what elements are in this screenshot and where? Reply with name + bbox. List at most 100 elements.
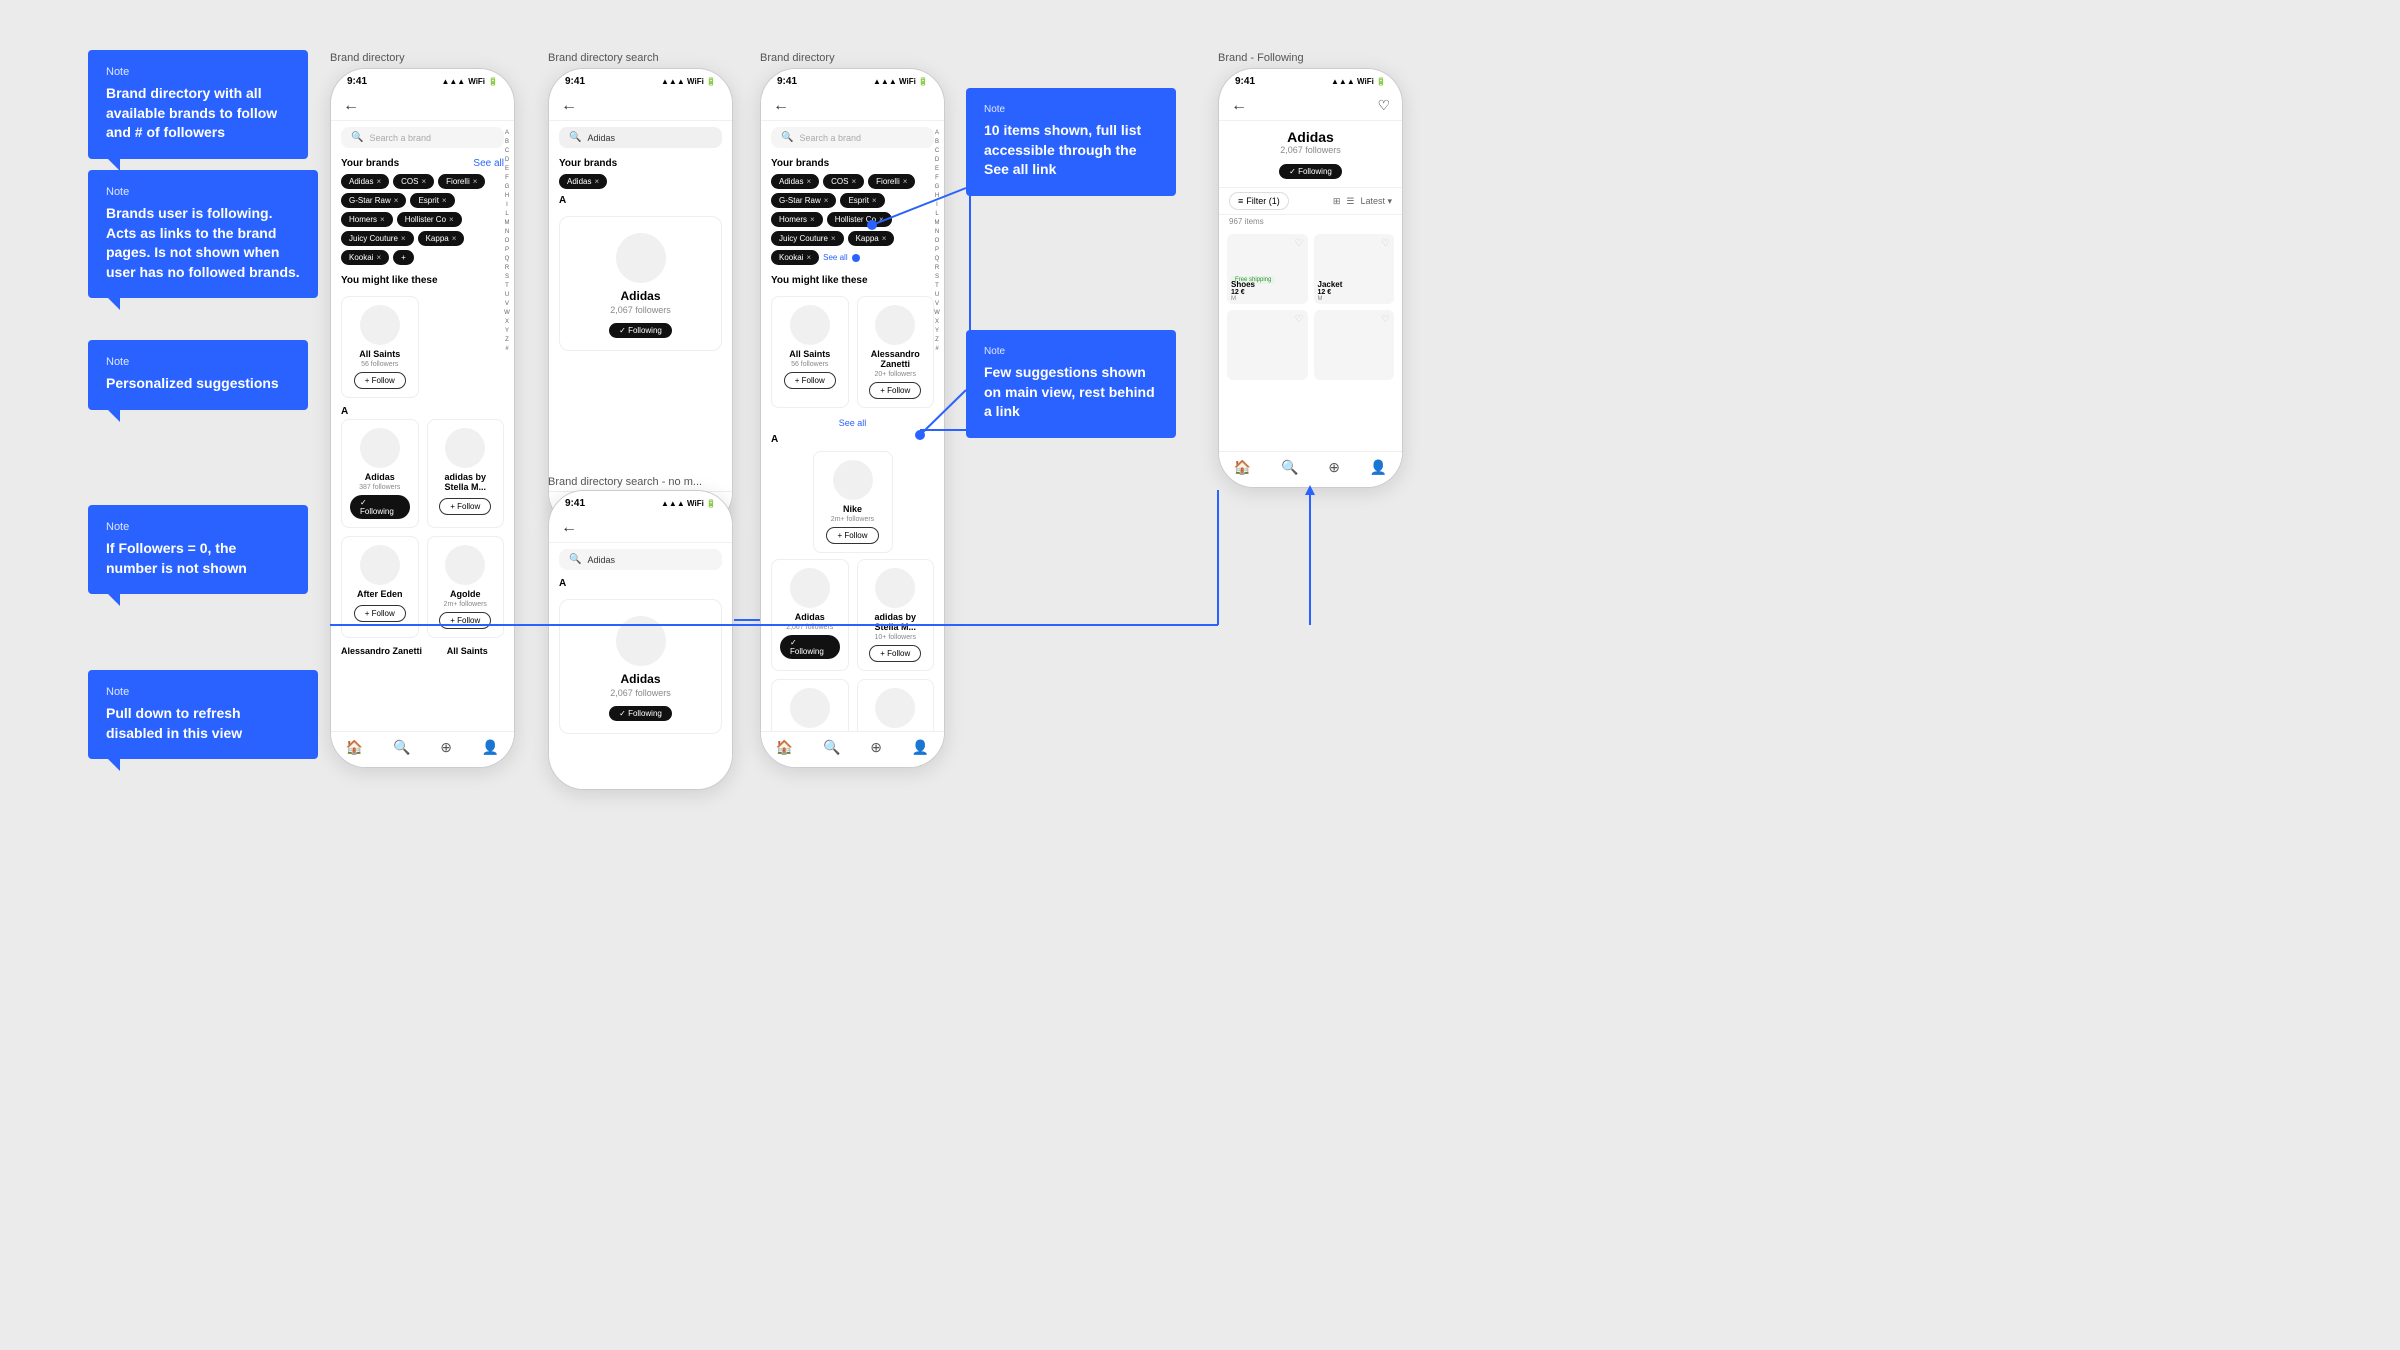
tag-kookai[interactable]: Kookai × bbox=[341, 250, 389, 265]
following-btn-2[interactable]: ✓ Following bbox=[609, 323, 672, 338]
brand-followers-agolde: 2m+ followers bbox=[444, 601, 487, 608]
phone-1-back-btn[interactable]: ← bbox=[343, 97, 359, 115]
following-btn-adidas[interactable]: ✓ Following bbox=[350, 495, 410, 519]
filter-icon: ≡ bbox=[1238, 196, 1243, 206]
tag-hollister[interactable]: Hollister Co × bbox=[397, 212, 462, 227]
tag-juicy[interactable]: Juicy Couture × bbox=[341, 231, 414, 246]
tag-more[interactable]: + bbox=[393, 250, 414, 265]
phone-1-status-icons: ▲▲▲ WiFi 🔋 bbox=[441, 77, 498, 86]
tag-kappa-3[interactable]: Kappa × bbox=[848, 231, 895, 246]
tag-kappa[interactable]: Kappa × bbox=[418, 231, 465, 246]
brand-logo-adidas-2b bbox=[616, 616, 666, 666]
tag-kookai-3[interactable]: Kookai × bbox=[771, 250, 819, 265]
search-nav-icon-4[interactable]: 🔍 bbox=[1281, 459, 1298, 476]
follow-btn-stella[interactable]: + Follow bbox=[439, 498, 491, 515]
brand-logo-agolde-3 bbox=[875, 688, 915, 728]
follow-btn-nike-3[interactable]: + Follow bbox=[826, 527, 878, 544]
see-all-3[interactable]: See all bbox=[823, 250, 859, 265]
phone-4-brand-header: Adidas 2,067 followers ✓ Following bbox=[1219, 121, 1402, 188]
add-icon[interactable]: ⊕ bbox=[440, 739, 452, 756]
phone-3-status-icons: ▲▲▲ WiFi 🔋 bbox=[873, 77, 928, 86]
brand-logo-aftereden-3 bbox=[790, 688, 830, 728]
phone-3-see-all-link[interactable]: See all bbox=[761, 414, 944, 432]
phone-2b-back[interactable]: ← bbox=[561, 519, 577, 537]
phone-3-back[interactable]: ← bbox=[773, 97, 789, 115]
profile-icon-4[interactable]: 👤 bbox=[1370, 459, 1387, 476]
tag-gstar-3[interactable]: G-Star Raw × bbox=[771, 193, 836, 208]
brand-followers-allsaints: 56 followers bbox=[361, 361, 398, 368]
brand-name-stella-3: adidas by Stella M... bbox=[866, 612, 926, 632]
phone-1-alpha-a: A bbox=[331, 404, 514, 419]
search-nav-icon[interactable]: 🔍 bbox=[393, 739, 410, 756]
phone-3-screen: 9:41 ▲▲▲ WiFi 🔋 ← 🔍 Search a brand Your … bbox=[761, 69, 944, 767]
tag-hollister-3[interactable]: Hollister Co × bbox=[827, 212, 892, 227]
items-count: 967 items bbox=[1219, 215, 1402, 228]
following-btn-adidas-3[interactable]: ✓ Following bbox=[780, 635, 840, 659]
tag-homers[interactable]: Homers × bbox=[341, 212, 393, 227]
phone-3-search[interactable]: 🔍 Search a brand bbox=[771, 127, 934, 148]
product-heart-4[interactable]: ♡ bbox=[1381, 314, 1390, 325]
list-icon[interactable]: ☰ bbox=[1346, 196, 1354, 207]
phone-2-back[interactable]: ← bbox=[561, 97, 577, 115]
phone-1-search-placeholder: Search a brand bbox=[369, 133, 431, 143]
tag-fiorelli-3[interactable]: Fiorelli × bbox=[868, 174, 915, 189]
following-btn-brand-page[interactable]: ✓ Following bbox=[1279, 164, 1342, 179]
product-card-2: ♡ Jacket 12 € M bbox=[1314, 234, 1395, 304]
add-icon-4[interactable]: ⊕ bbox=[1328, 459, 1340, 476]
phone-3-tags: Adidas × COS × Fiorelli × G-Star Raw × E… bbox=[771, 174, 934, 265]
filter-btn[interactable]: ≡ Filter (1) bbox=[1229, 192, 1289, 210]
tag-cos[interactable]: COS × bbox=[393, 174, 434, 189]
tag-gstar[interactable]: G-Star Raw × bbox=[341, 193, 406, 208]
phone-2b-search[interactable]: 🔍 Adidas bbox=[559, 549, 722, 570]
tag-cos-3[interactable]: COS × bbox=[823, 174, 864, 189]
add-icon-3[interactable]: ⊕ bbox=[870, 739, 882, 756]
phone-2-search[interactable]: 🔍 Adidas bbox=[559, 127, 722, 148]
follow-btn-zanetti-3[interactable]: + Follow bbox=[869, 382, 921, 399]
product-heart-2[interactable]: ♡ bbox=[1381, 238, 1390, 249]
note-5-label: Note bbox=[106, 686, 300, 698]
phone-2-time: 9:41 bbox=[565, 76, 585, 87]
tag-juicy-3[interactable]: Juicy Couture × bbox=[771, 231, 844, 246]
home-icon-3[interactable]: 🏠 bbox=[776, 739, 793, 756]
grid-icon[interactable]: ⊞ bbox=[1333, 196, 1341, 207]
phone-1-tags: Adidas × COS × Fiorelli × G-Star Raw × E… bbox=[341, 174, 504, 265]
phone-4-title: Brand - Following bbox=[1218, 52, 1304, 64]
brand-card-zanetti-3: Alessandro Zanetti 20+ followers + Follo… bbox=[857, 296, 935, 408]
follow-btn-agolde[interactable]: + Follow bbox=[439, 612, 491, 629]
search-nav-icon-3[interactable]: 🔍 bbox=[823, 739, 840, 756]
follow-btn-aftereden[interactable]: + Follow bbox=[354, 605, 406, 622]
phone-1-search[interactable]: 🔍 Search a brand bbox=[341, 127, 504, 148]
heart-nav-icon[interactable]: ♡ bbox=[1377, 97, 1390, 114]
product-heart-1[interactable]: ♡ bbox=[1295, 238, 1304, 249]
follow-btn-stella-3[interactable]: + Follow bbox=[869, 645, 921, 662]
brand-name-agolde: Agolde bbox=[450, 589, 481, 599]
brand-logo-agolde bbox=[445, 545, 485, 585]
tag-adidas-3[interactable]: Adidas × bbox=[771, 174, 819, 189]
home-icon-4[interactable]: 🏠 bbox=[1234, 459, 1251, 476]
tag-adidas[interactable]: Adidas × bbox=[341, 174, 389, 189]
product-price-1: Shoes bbox=[1231, 280, 1255, 289]
tag-esprit-3[interactable]: Esprit × bbox=[840, 193, 884, 208]
tag-adidas-2[interactable]: Adidas × bbox=[559, 174, 607, 189]
tag-fiorelli[interactable]: Fiorelli × bbox=[438, 174, 485, 189]
tag-esprit[interactable]: Esprit × bbox=[410, 193, 454, 208]
following-btn-2b[interactable]: ✓ Following bbox=[609, 706, 672, 721]
note-3-label: Note bbox=[106, 356, 290, 368]
follow-btn-allsaints-3[interactable]: + Follow bbox=[784, 372, 836, 389]
phone-3-your-brands: Your brands Adidas × COS × Fiorelli × G-… bbox=[761, 154, 944, 269]
home-icon[interactable]: 🏠 bbox=[346, 739, 363, 756]
brand-card-empty1 bbox=[427, 296, 505, 398]
phone-4-bottom-nav: 🏠 🔍 ⊕ 👤 bbox=[1219, 451, 1402, 487]
follow-btn-allsaints[interactable]: + Follow bbox=[354, 372, 406, 389]
product-heart-3[interactable]: ♡ bbox=[1295, 314, 1304, 325]
phone-4-back[interactable]: ← bbox=[1231, 97, 1247, 115]
sort-dropdown[interactable]: Latest ▾ bbox=[1360, 196, 1392, 207]
phone-1-screen: 9:41 ▲▲▲ WiFi 🔋 ← 🔍 Search a brand Your … bbox=[331, 69, 514, 767]
phone-2b-screen: 9:41 ▲▲▲ WiFi 🔋 ← 🔍 Adidas A Adidas 2,06… bbox=[549, 491, 732, 789]
phone-3-status-bar: 9:41 ▲▲▲ WiFi 🔋 bbox=[761, 69, 944, 91]
profile-icon-3[interactable]: 👤 bbox=[912, 739, 929, 756]
profile-icon[interactable]: 👤 bbox=[482, 739, 499, 756]
tag-homers-3[interactable]: Homers × bbox=[771, 212, 823, 227]
phone-2-nav: ← bbox=[549, 91, 732, 121]
phone-2b-alpha-a: A bbox=[549, 576, 732, 591]
